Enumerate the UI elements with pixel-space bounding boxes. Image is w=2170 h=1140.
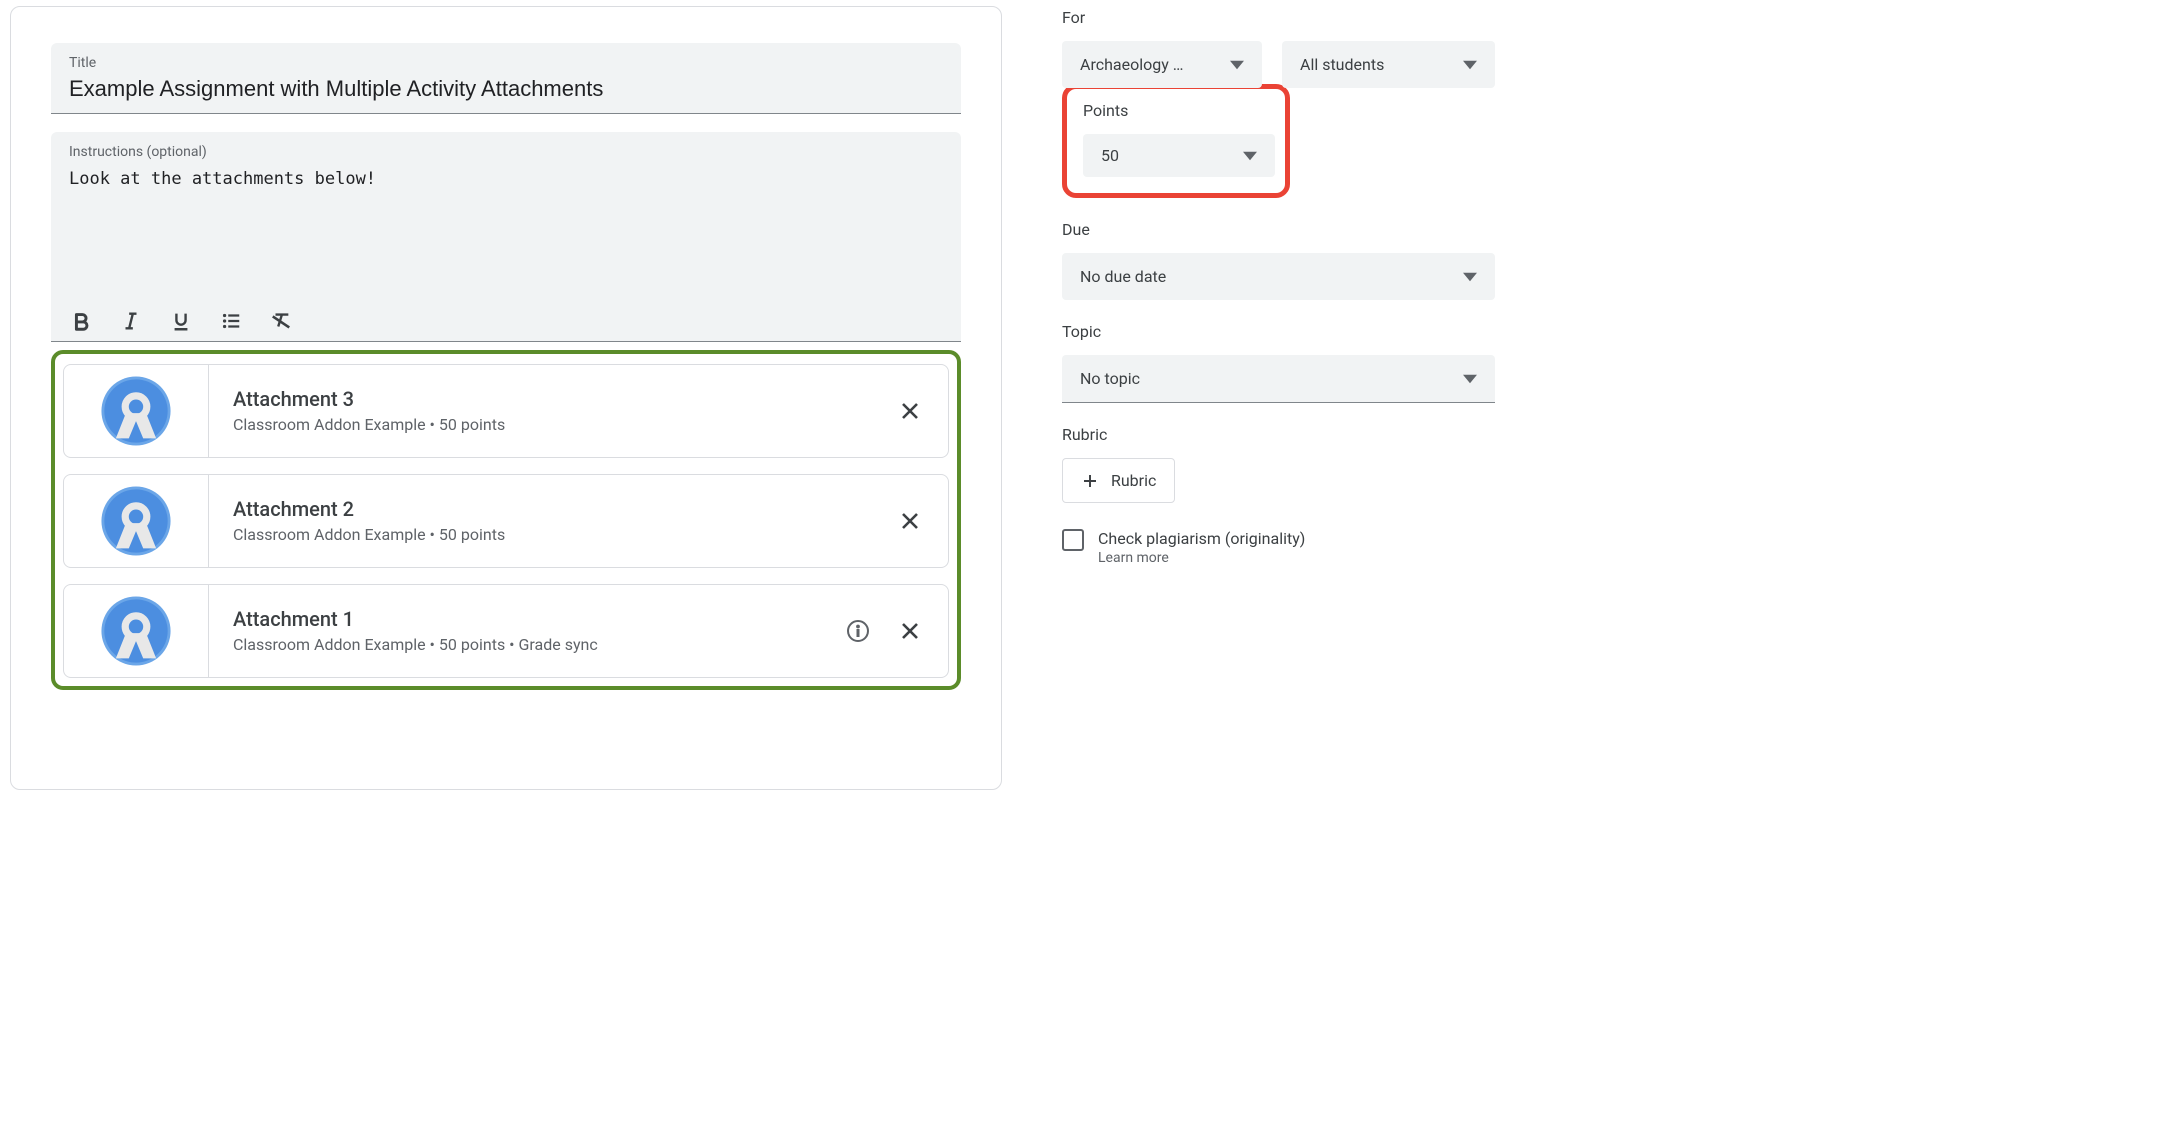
due-date-select[interactable]: No due date xyxy=(1062,253,1495,300)
students-select[interactable]: All students xyxy=(1282,41,1495,88)
attachment-row[interactable]: Attachment 1 Classroom Addon Example • 5… xyxy=(63,584,949,678)
attachment-row[interactable]: Attachment 2 Classroom Addon Example • 5… xyxy=(63,474,949,568)
plagiarism-checkbox[interactable] xyxy=(1062,529,1084,551)
underline-button[interactable] xyxy=(169,309,193,333)
attachment-title: Attachment 1 xyxy=(233,607,844,631)
close-icon xyxy=(898,399,922,423)
close-icon xyxy=(898,619,922,643)
attachment-remove-button[interactable] xyxy=(896,507,924,535)
chevron-down-icon xyxy=(1463,372,1477,386)
attachment-remove-button[interactable] xyxy=(896,617,924,645)
title-label: Title xyxy=(69,55,943,71)
instructions-field[interactable]: Instructions (optional) xyxy=(51,132,961,342)
class-select-value: Archaeology … xyxy=(1080,55,1183,74)
attachment-subtitle: Classroom Addon Example • 50 points xyxy=(233,415,896,434)
chevron-down-icon xyxy=(1243,149,1257,163)
attachment-icon-cell xyxy=(64,365,209,457)
attachment-title: Attachment 2 xyxy=(233,497,896,521)
italic-button[interactable] xyxy=(119,309,143,333)
points-select[interactable]: 50 xyxy=(1083,134,1275,177)
add-rubric-label: Rubric xyxy=(1111,471,1156,490)
assignment-editor-card: Title Instructions (optional) xyxy=(10,6,1002,790)
chevron-down-icon xyxy=(1230,58,1244,72)
points-highlight: Points 50 xyxy=(1062,84,1290,198)
attachment-title: Attachment 3 xyxy=(233,387,896,411)
add-rubric-button[interactable]: Rubric xyxy=(1062,458,1175,503)
bulleted-list-icon xyxy=(220,310,242,332)
attachment-row[interactable]: Attachment 3 Classroom Addon Example • 5… xyxy=(63,364,949,458)
bulleted-list-button[interactable] xyxy=(219,309,243,333)
topic-value: No topic xyxy=(1080,369,1140,388)
addon-app-icon xyxy=(100,595,172,667)
plus-icon xyxy=(1081,472,1099,490)
topic-select[interactable]: No topic xyxy=(1062,355,1495,403)
addon-app-icon xyxy=(100,375,172,447)
plagiarism-label: Check plagiarism (originality) xyxy=(1098,529,1305,548)
learn-more-link[interactable]: Learn more xyxy=(1098,550,1305,566)
clear-formatting-icon xyxy=(270,310,292,332)
chevron-down-icon xyxy=(1463,58,1477,72)
class-select[interactable]: Archaeology … xyxy=(1062,41,1262,88)
due-label: Due xyxy=(1062,220,1495,239)
info-icon xyxy=(846,619,870,643)
points-label: Points xyxy=(1083,101,1269,120)
title-input[interactable] xyxy=(69,75,943,103)
bold-icon xyxy=(70,310,92,332)
rubric-label: Rubric xyxy=(1062,425,1495,444)
attachment-icon-cell xyxy=(64,585,209,677)
attachment-subtitle: Classroom Addon Example • 50 points • Gr… xyxy=(233,635,844,654)
instructions-input[interactable] xyxy=(69,164,943,299)
addon-app-icon xyxy=(100,485,172,557)
attachment-subtitle: Classroom Addon Example • 50 points xyxy=(233,525,896,544)
bold-button[interactable] xyxy=(69,309,93,333)
attachment-info-button[interactable] xyxy=(844,617,872,645)
for-label: For xyxy=(1062,8,1495,27)
italic-icon xyxy=(120,310,142,332)
chevron-down-icon xyxy=(1463,270,1477,284)
due-date-value: No due date xyxy=(1080,267,1166,286)
topic-label: Topic xyxy=(1062,322,1495,341)
underline-icon xyxy=(170,310,192,332)
attachment-remove-button[interactable] xyxy=(896,397,924,425)
format-toolbar xyxy=(51,303,961,341)
assignment-sidebar: For Archaeology … All students Points 50… xyxy=(1002,0,1505,790)
attachments-container: Attachment 3 Classroom Addon Example • 5… xyxy=(51,350,961,690)
title-field[interactable]: Title xyxy=(51,43,961,114)
points-value: 50 xyxy=(1101,146,1119,165)
instructions-label: Instructions (optional) xyxy=(69,144,943,160)
attachment-icon-cell xyxy=(64,475,209,567)
students-select-value: All students xyxy=(1300,55,1384,74)
clear-formatting-button[interactable] xyxy=(269,309,293,333)
close-icon xyxy=(898,509,922,533)
